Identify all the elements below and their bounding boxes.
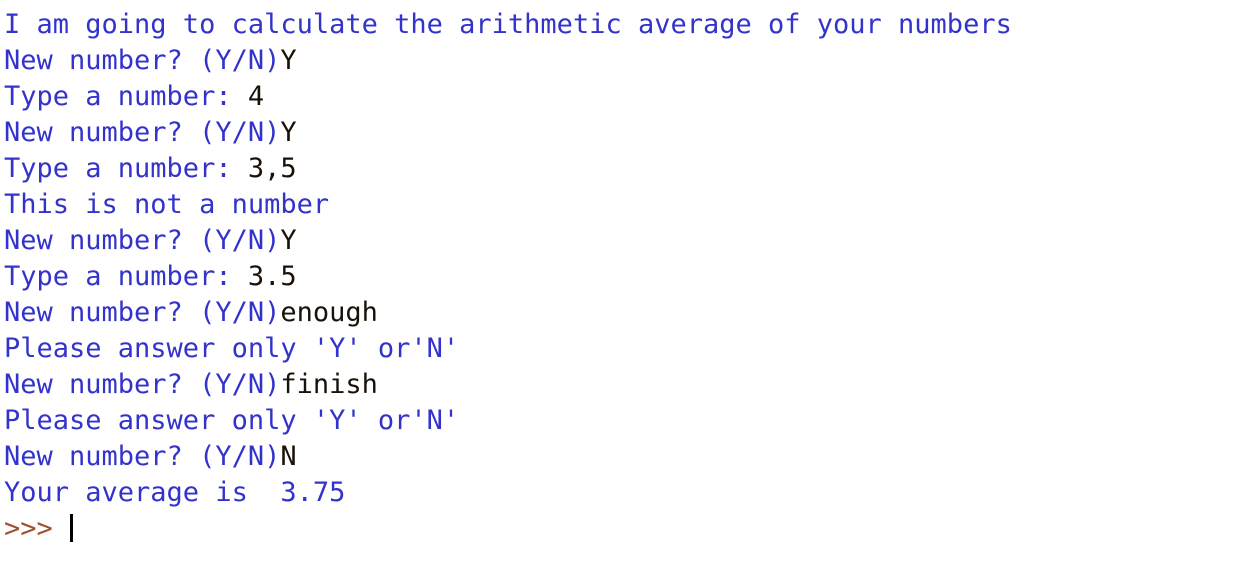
console-line: New number? (Y/N)Y	[4, 43, 1012, 79]
program-output-text: Please answer only 'Y' or'N'	[4, 405, 460, 436]
console-line: Type a number: 4	[4, 79, 1012, 115]
program-output-text: New number? (Y/N)	[4, 225, 281, 256]
user-input-text[interactable]: N	[280, 441, 296, 472]
program-output-text: Your average is 3.75	[4, 477, 346, 508]
program-output-text: I am going to calculate the arithmetic a…	[4, 9, 1012, 40]
user-input-text[interactable]: enough	[280, 297, 378, 328]
user-input-text[interactable]: 3,5	[248, 153, 297, 184]
console-line: New number? (Y/N)Y	[4, 115, 1012, 151]
console-line: Your average is 3.75	[4, 475, 1012, 511]
user-input-text[interactable]: Y	[280, 45, 296, 76]
program-output-text: New number? (Y/N)	[4, 441, 281, 472]
text-cursor	[70, 514, 74, 542]
program-output-text: Please answer only 'Y' or'N'	[4, 333, 460, 364]
console-line: >>>	[4, 511, 1012, 547]
program-output-text: New number? (Y/N)	[4, 369, 281, 400]
console-output[interactable]: I am going to calculate the arithmetic a…	[4, 7, 1012, 547]
user-input-text[interactable]: 3.5	[248, 261, 297, 292]
console-line: New number? (Y/N)finish	[4, 367, 1012, 403]
console-line: Please answer only 'Y' or'N'	[4, 331, 1012, 367]
program-output-text: New number? (Y/N)	[4, 297, 281, 328]
user-input-text[interactable]: finish	[280, 369, 378, 400]
console-line: This is not a number	[4, 187, 1012, 223]
user-input-text[interactable]: Y	[280, 225, 296, 256]
console-line: I am going to calculate the arithmetic a…	[4, 7, 1012, 43]
console-line: Please answer only 'Y' or'N'	[4, 403, 1012, 439]
program-output-text: New number? (Y/N)	[4, 45, 281, 76]
console-line: New number? (Y/N)N	[4, 439, 1012, 475]
user-input-text[interactable]: Y	[280, 117, 296, 148]
program-output-text: This is not a number	[4, 189, 330, 220]
program-output-text: Type a number:	[4, 81, 248, 112]
shell-prompt: >>>	[4, 513, 70, 544]
console-line: Type a number: 3.5	[4, 259, 1012, 295]
console-line: New number? (Y/N)enough	[4, 295, 1012, 331]
user-input-text[interactable]: 4	[248, 81, 264, 112]
python-shell-window[interactable]: I am going to calculate the arithmetic a…	[0, 0, 1252, 564]
program-output-text: New number? (Y/N)	[4, 117, 281, 148]
console-line: Type a number: 3,5	[4, 151, 1012, 187]
program-output-text: Type a number:	[4, 153, 248, 184]
console-line: New number? (Y/N)Y	[4, 223, 1012, 259]
program-output-text: Type a number:	[4, 261, 248, 292]
